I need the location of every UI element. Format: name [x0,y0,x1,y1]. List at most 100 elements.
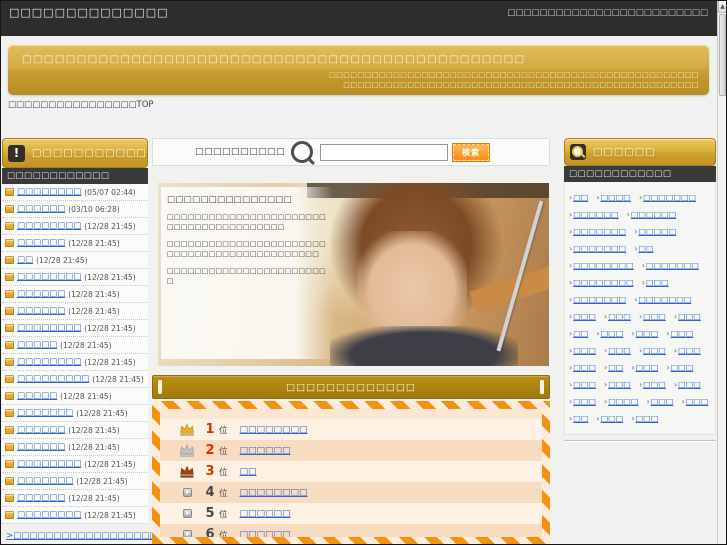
rank-link[interactable]: □□□□□□ [240,446,291,456]
tag-item: ›□□□ [596,406,623,425]
rank-link[interactable]: □□□□□□ [240,509,291,519]
tag-link[interactable]: □□□□□□□□ [573,261,633,270]
tag-link[interactable]: □□ [573,193,588,202]
tag-link[interactable]: □□□ [678,346,701,355]
news-list-item: □□□□□ (12/28 21:45) [2,388,148,405]
tag-link[interactable]: □□□□□□□ [646,261,699,270]
ranking-row: 5 位 □□□□□□ [160,503,542,524]
tag-arrow-icon: › [569,278,572,287]
search-button[interactable]: 検索 [453,144,489,161]
news-more-link[interactable]: >□□□□□□□□□□□□□□□□□□□□□□ [6,531,148,541]
tag-link[interactable]: □□□□□□□ [573,295,626,304]
news-link[interactable]: □□□□□□ [17,493,65,503]
tag-link[interactable]: □□ [573,414,588,423]
header-right-text[interactable]: □□□□□□□□□□□□□□□□□□□□□□□□□ [507,8,708,18]
tag-link[interactable]: □□□ [608,380,631,389]
tag-link[interactable]: □□□ [601,414,624,423]
news-link[interactable]: □□□□□□□□ [17,221,81,231]
tag-link[interactable]: □□□ [636,329,659,338]
scroll-up-button[interactable]: ▲ [718,0,727,13]
tag-link[interactable]: □□□ [636,414,659,423]
rank-link[interactable]: □□□□□□□□ [240,425,308,435]
news-link[interactable]: □□□□□□ [17,425,65,435]
tag-link[interactable]: □□□ [686,397,709,406]
tag-link[interactable]: □□□ [608,312,631,321]
rank-number: 3 [202,464,218,479]
document-icon [5,222,14,230]
breadcrumb-top[interactable]: TOP [137,100,154,110]
tag-link[interactable]: □□ [638,244,653,253]
tag-arrow-icon: › [674,380,677,389]
news-link[interactable]: □□□□□ [17,340,57,350]
news-link[interactable]: □□□□□□□ [17,408,73,418]
search-tag-icon [570,144,586,160]
news-link[interactable]: □□□□□□□□ [17,323,81,333]
news-link[interactable]: □□□□□□□ [17,476,73,486]
tag-link[interactable]: □□□ [601,329,624,338]
tag-arrow-icon: › [569,397,572,406]
tag-link[interactable]: □□□□□□□ [638,295,691,304]
banner-subtext: □□□□□□□□□□□□□□□□□□□□□□□□□□□□□□□□□□□□□□□□… [329,71,699,90]
document-icon [5,392,14,400]
tag-link[interactable]: □□□□□□□□ [573,278,633,287]
tag-link[interactable]: □□□ [643,380,666,389]
news-date: (12/28 21:45) [84,324,135,333]
tag-link[interactable]: □□□ [608,346,631,355]
rank-suffix: 位 [219,424,228,436]
tag-arrow-icon: › [569,414,572,423]
news-list-item: □□□□□□□□ (12/28 21:45) [2,218,148,235]
tag-link[interactable]: □□□□□□□ [643,193,696,202]
news-link[interactable]: □□□□□□□□ [17,510,81,520]
tag-link[interactable]: □□ [608,363,623,372]
scrollbar-thumb[interactable] [719,14,726,96]
tag-link[interactable]: □□□ [573,312,596,321]
rank-link[interactable]: □□□□□□ [240,530,291,538]
tag-link[interactable]: □□□ [643,346,666,355]
document-icon [5,511,14,519]
news-link[interactable]: □□□□□□□□ [17,459,81,469]
tag-subheader: □□□□□□□□□□□□ [564,166,716,182]
news-link[interactable]: □□□□□ [17,391,57,401]
feature-photo[interactable]: □□□□□□□□□□□□□□□ □□□□□□□□□□□□□□□□□□□□□□□□… [158,183,549,366]
tag-link[interactable]: □□□ [573,346,596,355]
tag-link[interactable]: □□□□□□□ [573,244,626,253]
tag-link[interactable]: □□ [573,329,588,338]
search-input[interactable] [320,144,448,161]
vertical-scrollbar[interactable]: ▲ [717,0,727,545]
news-link[interactable]: □□□□□□□□ [17,272,81,282]
news-link[interactable]: □□ [17,255,33,265]
tag-link[interactable]: □□□ [678,312,701,321]
news-list-item: □□□□□ (12/28 21:45) [2,337,148,354]
news-link[interactable]: □□□□□□ [17,204,65,214]
rank-link[interactable]: □□ [240,467,257,477]
tag-link[interactable]: □□□□□□□ [573,227,626,236]
tag-link[interactable]: □□□ [651,397,674,406]
news-list-item: □□□□□□□ (12/28 21:45) [2,473,148,490]
tag-link[interactable]: □□□ [643,312,666,321]
news-link[interactable]: □□□□□□ [17,306,65,316]
tag-link[interactable]: □□□□□ [638,227,676,236]
search-icon [291,141,313,163]
news-link[interactable]: □□□□□□□□ [17,187,81,197]
news-link[interactable]: □□□□□□ [17,289,65,299]
tag-link[interactable]: □□□ [573,397,596,406]
tag-link[interactable]: □□□ [646,278,669,287]
tag-link[interactable]: □□□□□□ [573,210,618,219]
tag-link[interactable]: □□□□ [601,193,631,202]
tag-link[interactable]: □□□□ [608,397,638,406]
tag-link[interactable]: □□□ [573,363,596,372]
tag-link[interactable]: □□□ [671,363,694,372]
news-link[interactable]: □□□□□□□□ [17,357,81,367]
tag-link[interactable]: □□□ [671,329,694,338]
news-link[interactable]: □□□□□□ [17,442,65,452]
rank-link[interactable]: □□□□□□□□ [240,488,308,498]
breadcrumb-path[interactable]: □□□□□□□□□□□□□□□□ [8,100,137,110]
news-link[interactable]: □□□□□□□□□ [17,374,89,384]
tag-arrow-icon: › [642,278,645,287]
news-link[interactable]: □□□□□□ [17,238,65,248]
tag-arrow-icon: › [596,193,599,202]
tag-link[interactable]: □□□ [636,363,659,372]
tag-link[interactable]: □□□□□□ [631,210,676,219]
tag-link[interactable]: □□□ [573,380,596,389]
tag-link[interactable]: □□□ [678,380,701,389]
